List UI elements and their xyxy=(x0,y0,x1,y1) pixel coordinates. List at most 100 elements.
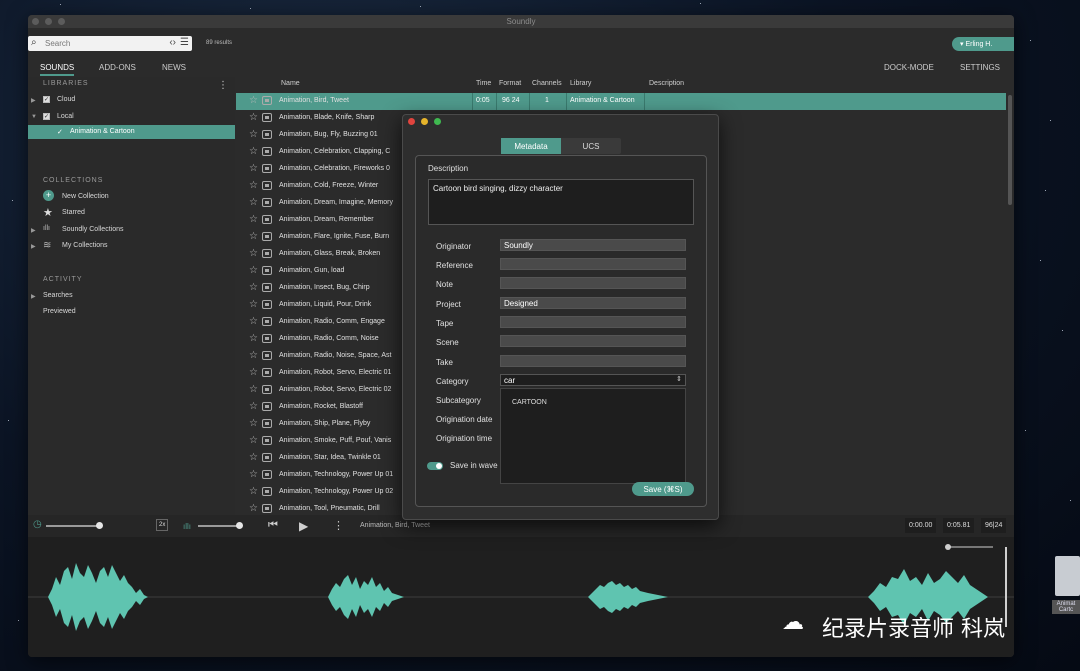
column-channels[interactable]: Channels xyxy=(532,80,562,87)
sidebar-item-starred[interactable]: Starred xyxy=(62,209,85,216)
star-outline-icon[interactable]: ☆ xyxy=(249,469,258,480)
sidebar-item-searches[interactable]: Searches xyxy=(43,292,73,299)
star-outline-icon[interactable]: ☆ xyxy=(249,180,258,191)
more-options-icon[interactable]: ⋮ xyxy=(218,80,228,91)
minimize-dialog-button[interactable] xyxy=(421,118,428,125)
star-outline-icon[interactable]: ☆ xyxy=(249,282,258,293)
star-outline-icon[interactable]: ☆ xyxy=(249,452,258,463)
more-icon[interactable]: ⋮ xyxy=(333,519,344,532)
star-outline-icon[interactable]: ☆ xyxy=(249,197,258,208)
sound-library: Animation & Cartoon xyxy=(570,97,635,104)
tape-field[interactable] xyxy=(500,316,686,328)
tab-metadata[interactable]: Metadata xyxy=(501,138,561,154)
column-name[interactable]: Name xyxy=(281,80,300,87)
star-outline-icon[interactable]: ☆ xyxy=(249,265,258,276)
zoom-dialog-button[interactable] xyxy=(434,118,441,125)
close-dialog-button[interactable] xyxy=(408,118,415,125)
library-icon xyxy=(262,351,272,360)
dialog-tabs: Metadata UCS xyxy=(501,138,621,154)
tab-sounds[interactable]: SOUNDS xyxy=(40,63,75,76)
sidebar-item-cloud[interactable]: Cloud xyxy=(57,96,75,103)
tab-addons[interactable]: ADD-ONS xyxy=(99,63,136,72)
timer-icon[interactable]: ◷ xyxy=(33,519,42,530)
back-forward-icon[interactable]: ‹› xyxy=(169,37,176,48)
sound-name: Animation, Dream, Remember xyxy=(279,216,374,223)
sound-name: Animation, Celebration, Fireworks 0 xyxy=(279,165,390,172)
table-row[interactable]: ☆ Animation, Bird, Tweet 0:05 96 24 1 An… xyxy=(236,93,1006,110)
take-field[interactable] xyxy=(500,355,686,367)
expand-soundly-collections-icon[interactable]: ▶ xyxy=(31,227,36,234)
skip-back-icon[interactable]: ⏮ xyxy=(268,519,278,532)
project-field[interactable]: Designed xyxy=(500,297,686,309)
reference-field[interactable] xyxy=(500,258,686,270)
star-outline-icon[interactable]: ☆ xyxy=(249,231,258,242)
search-input[interactable]: Search xyxy=(45,39,70,48)
folder-icon[interactable] xyxy=(1055,556,1080,596)
search-box[interactable]: ⌕ Search ‹› ☰ xyxy=(28,36,192,51)
star-outline-icon[interactable]: ☆ xyxy=(249,503,258,513)
sidebar-item-my-collections[interactable]: My Collections xyxy=(62,242,108,249)
filter-icon[interactable]: ☰ xyxy=(180,37,189,48)
note-field[interactable] xyxy=(500,277,686,289)
originator-field[interactable]: Soundly xyxy=(500,239,686,251)
star-outline-icon[interactable]: ☆ xyxy=(249,333,258,344)
pitch-slider-knob[interactable] xyxy=(96,522,103,529)
expand-cloud-icon[interactable]: ▶ xyxy=(31,97,36,104)
dock-mode-button[interactable]: DOCK-MODE xyxy=(884,63,934,72)
star-outline-icon[interactable]: ☆ xyxy=(249,163,258,174)
sidebar-item-new-collection[interactable]: New Collection xyxy=(62,193,109,200)
sound-name: Animation, Insect, Bug, Chirp xyxy=(279,284,370,291)
pitch-slider[interactable] xyxy=(46,525,100,527)
tab-news[interactable]: NEWS xyxy=(162,63,186,72)
sidebar-item-previewed[interactable]: Previewed xyxy=(43,308,76,315)
star-outline-icon[interactable]: ☆ xyxy=(249,316,258,327)
star-outline-icon[interactable]: ☆ xyxy=(249,435,258,446)
sidebar-item-local[interactable]: Local xyxy=(57,113,74,120)
star-outline-icon[interactable]: ☆ xyxy=(249,401,258,412)
star-outline-icon[interactable]: ☆ xyxy=(249,299,258,310)
volume-slider-knob[interactable] xyxy=(236,522,243,529)
star-outline-icon[interactable]: ☆ xyxy=(249,112,258,123)
tab-ucs[interactable]: UCS xyxy=(561,138,621,154)
volume-slider[interactable] xyxy=(198,525,240,527)
column-library[interactable]: Library xyxy=(570,80,591,87)
dropdown-option[interactable]: CARTOON xyxy=(512,399,547,406)
sidebar-item-animation-cartoon[interactable]: ✓ Animation & Cartoon xyxy=(28,125,235,139)
star-outline-icon[interactable]: ☆ xyxy=(249,248,258,259)
user-name: Erling H. xyxy=(965,41,993,48)
speed-button[interactable]: 2x xyxy=(156,519,169,531)
star-outline-icon[interactable]: ☆ xyxy=(249,384,258,395)
description-field[interactable]: Cartoon bird singing, dizzy character xyxy=(428,179,694,225)
expand-searches-icon[interactable]: ▶ xyxy=(31,293,36,300)
star-outline-icon[interactable]: ☆ xyxy=(249,129,258,140)
star-outline-icon[interactable]: ☆ xyxy=(249,146,258,157)
sidebar-item-soundly-collections[interactable]: Soundly Collections xyxy=(62,226,123,233)
user-menu-button[interactable]: ▾ Erling H. xyxy=(952,37,1014,51)
column-description[interactable]: Description xyxy=(649,80,684,87)
collapse-local-icon[interactable]: ▼ xyxy=(31,114,37,120)
expand-my-collections-icon[interactable]: ▶ xyxy=(31,243,36,250)
star-outline-icon[interactable]: ☆ xyxy=(249,350,258,361)
play-icon[interactable]: ▶ xyxy=(299,519,308,533)
stepper-arrows-icon[interactable]: ⇕ xyxy=(676,375,682,383)
settings-button[interactable]: SETTINGS xyxy=(960,63,1000,72)
plus-icon[interactable]: + xyxy=(43,190,54,201)
column-format[interactable]: Format xyxy=(499,80,521,87)
metadata-dialog: Metadata UCS Description Cartoon bird si… xyxy=(402,114,719,520)
sound-name: Animation, Tool, Pneumatic, Drill xyxy=(279,505,380,512)
scene-field[interactable] xyxy=(500,335,686,347)
star-outline-icon[interactable]: ☆ xyxy=(249,214,258,225)
local-checkbox[interactable]: ✓ xyxy=(43,113,50,120)
cloud-checkbox[interactable]: ✓ xyxy=(43,96,50,103)
save-button[interactable]: Save (⌘S) xyxy=(632,482,694,496)
star-outline-icon[interactable]: ☆ xyxy=(249,486,258,497)
star-outline-icon[interactable]: ☆ xyxy=(249,418,258,429)
star-outline-icon[interactable]: ☆ xyxy=(249,367,258,378)
list-scrollbar[interactable] xyxy=(1008,95,1012,205)
category-combobox[interactable]: car ⇕ xyxy=(500,374,686,386)
sound-name: Animation, Robot, Servo, Electric 01 xyxy=(279,369,392,376)
column-time[interactable]: Time xyxy=(476,80,491,87)
star-outline-icon[interactable]: ☆ xyxy=(249,95,258,106)
save-in-wave-toggle[interactable] xyxy=(427,462,443,470)
sound-name: Animation, Robot, Servo, Electric 02 xyxy=(279,386,392,393)
